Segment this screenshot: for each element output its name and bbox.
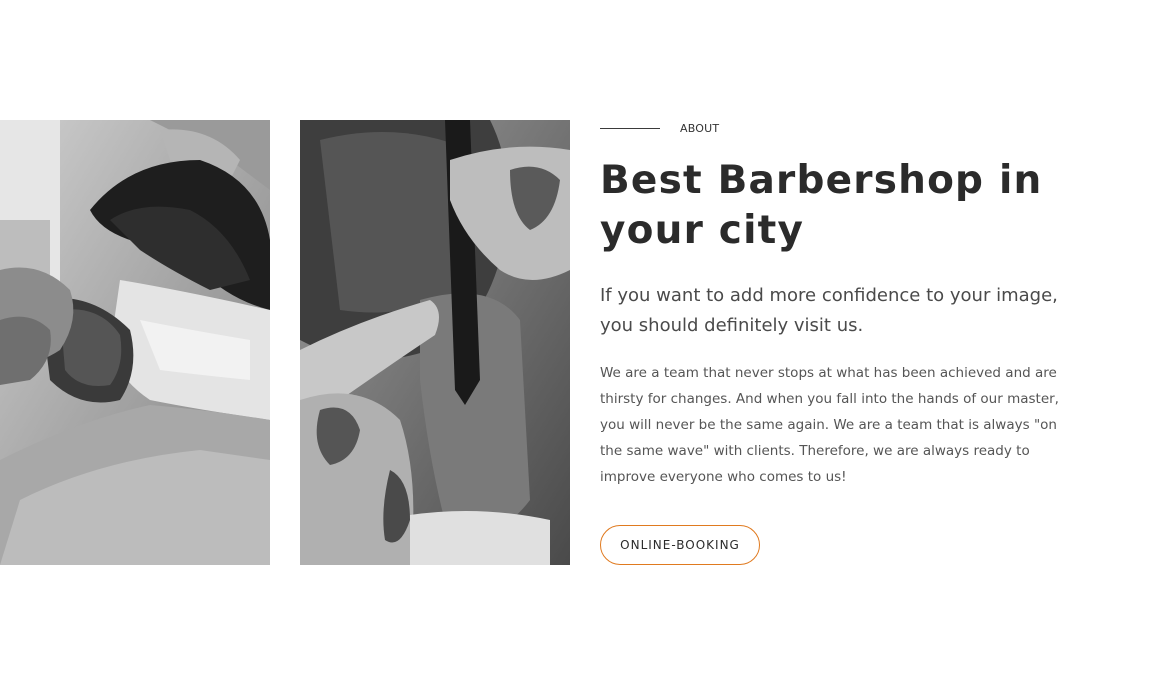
razor-haircut-photo [300,120,570,565]
section-title: Best Barbershop in your city [600,158,1043,253]
section-lead: If you want to add more confidence to yo… [600,285,1058,336]
online-booking-button[interactable]: ONLINE-BOOKING [600,525,760,565]
about-section: ABOUT Best Barbershop in your city If yo… [0,0,1170,685]
eyebrow-divider-line [600,127,660,129]
about-content: ABOUT Best Barbershop in your city If yo… [600,120,1070,490]
section-body: We are a team that never stops at what h… [600,365,1059,485]
beard-brush-photo-graphic [0,120,270,565]
beard-brush-photo [0,120,270,565]
razor-haircut-photo-graphic [300,120,570,565]
section-eyebrow: ABOUT [600,120,1070,136]
eyebrow-label: ABOUT [680,121,720,135]
